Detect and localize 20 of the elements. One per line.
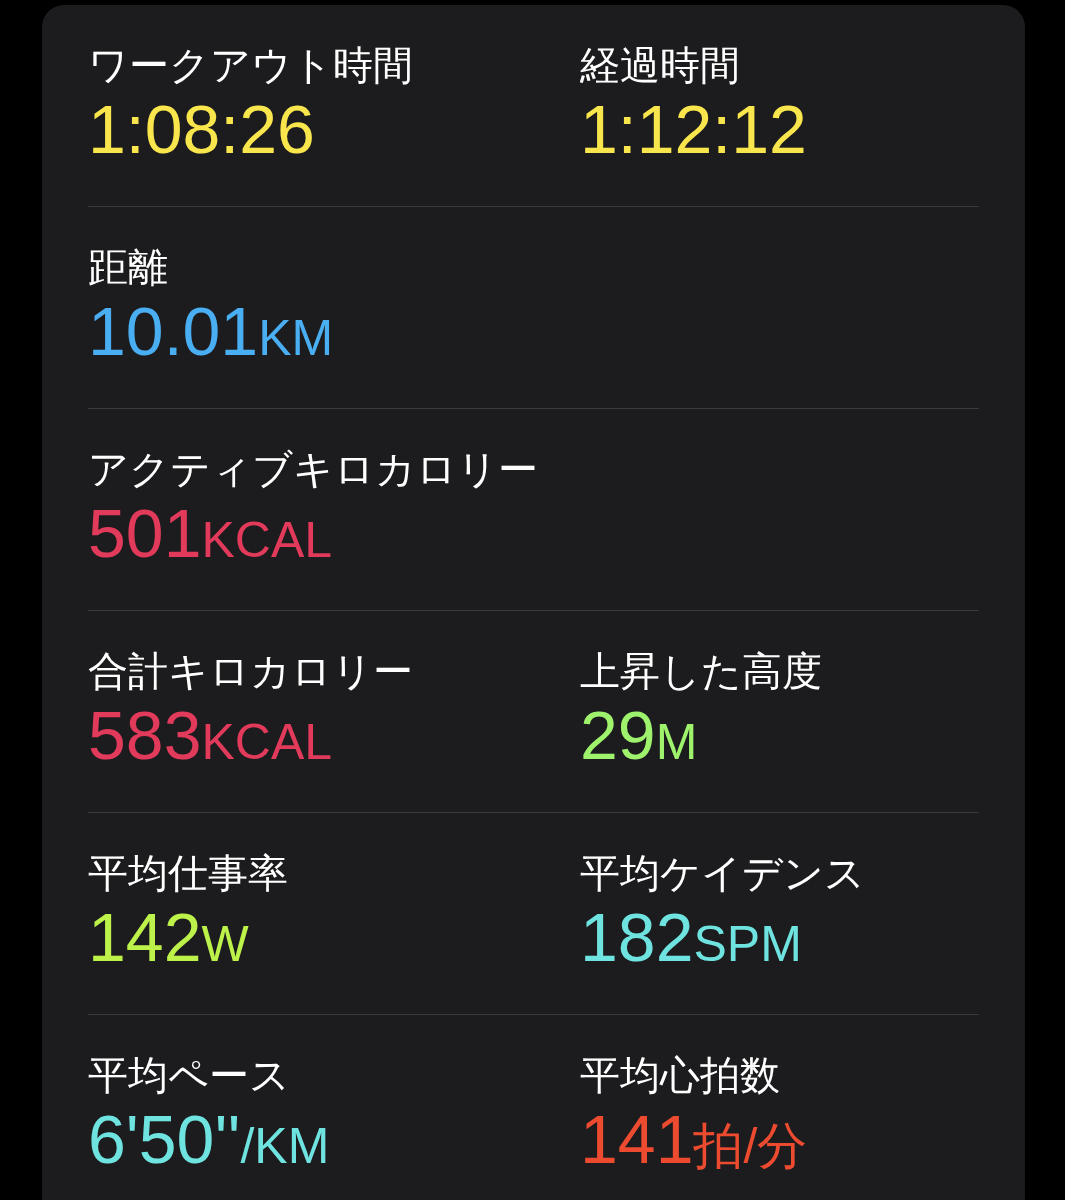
metric-value: 29M bbox=[580, 697, 699, 775]
metric-value: 10.01KM bbox=[88, 293, 335, 371]
metric-label: ワークアウト時間 bbox=[88, 42, 414, 89]
metric-value: 6'50''/KM bbox=[88, 1101, 331, 1179]
metric-label: アクティブキロカロリー bbox=[88, 446, 539, 493]
metric-value: 142W bbox=[88, 899, 250, 977]
metric-value: 501KCAL bbox=[88, 495, 334, 573]
metric-label: 上昇した高度 bbox=[580, 648, 823, 695]
metric-label: 距離 bbox=[88, 244, 169, 291]
metric-label: 合計キロカロリー bbox=[88, 648, 414, 695]
metric-value: 583KCAL bbox=[88, 697, 334, 775]
metric-value: 1:12:12 bbox=[580, 91, 808, 167]
metric-value: 1:08:26 bbox=[88, 91, 316, 167]
metric-label: 経過時間 bbox=[580, 42, 741, 89]
metric-label: 平均ペース bbox=[88, 1052, 291, 1099]
metric-label: 平均ケイデンス bbox=[580, 850, 866, 897]
metric-label: 平均仕事率 bbox=[88, 850, 289, 897]
metric-value: 182SPM bbox=[580, 899, 803, 977]
metric-label: 平均心拍数 bbox=[580, 1052, 781, 1099]
metric-value: 141拍/分 bbox=[580, 1101, 809, 1179]
